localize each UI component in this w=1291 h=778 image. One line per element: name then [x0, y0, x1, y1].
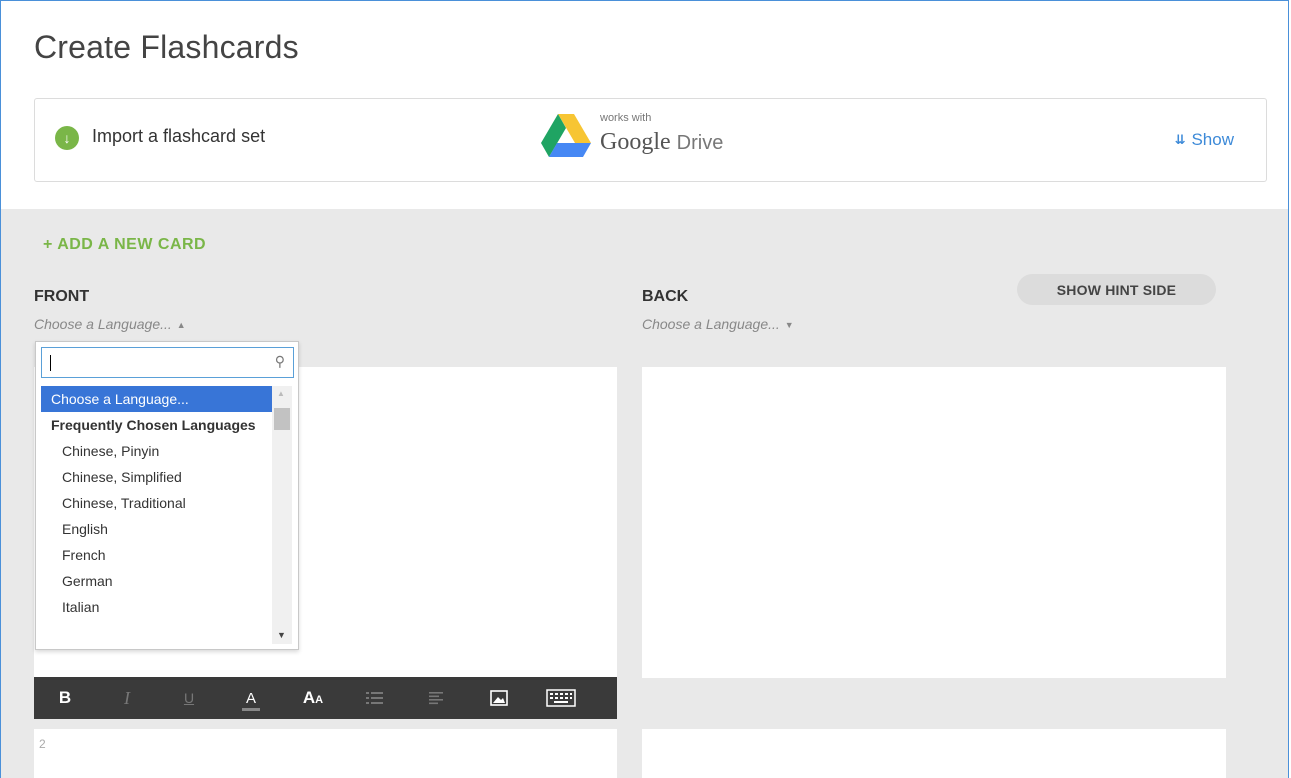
add-new-card-button[interactable]: + ADD A NEW CARD — [43, 236, 206, 254]
image-icon — [490, 690, 508, 706]
scroll-down-icon[interactable]: ▼ — [277, 630, 286, 640]
language-group-label: Frequently Chosen Languages — [51, 417, 256, 433]
language-dropdown: ⚲ Choose a Language... Frequently Chosen… — [35, 341, 299, 650]
page-title: Create Flashcards — [34, 29, 299, 65]
bullet-list-button[interactable] — [344, 677, 406, 719]
text-color-icon: A — [241, 689, 260, 711]
card-2-back-editor[interactable] — [642, 729, 1226, 778]
font-size-glyph: A — [302, 688, 316, 707]
align-icon — [429, 692, 443, 705]
scroll-up-icon[interactable]: ▲ — [277, 389, 285, 398]
show-label: Show — [1191, 130, 1234, 149]
front-language-select[interactable]: Choose a Language... ▲ — [34, 316, 186, 332]
text-cursor — [50, 355, 51, 371]
card-number: 2 — [39, 737, 46, 751]
language-option[interactable]: German — [41, 568, 272, 594]
language-search-input[interactable]: ⚲ — [41, 347, 294, 378]
scrollbar-thumb[interactable] — [274, 408, 290, 430]
front-language-value: Choose a Language... — [34, 316, 172, 332]
show-hint-side-button[interactable]: SHOW HINT SIDE — [1017, 274, 1216, 305]
import-flashcard-set-link[interactable]: Import a flashcard set — [92, 126, 265, 147]
insert-image-button[interactable] — [468, 677, 530, 719]
underline-icon: U — [183, 690, 195, 706]
card-2-front-editor[interactable] — [34, 729, 617, 778]
text-color-button[interactable]: A — [220, 677, 282, 719]
underline-button[interactable]: U — [158, 677, 220, 719]
double-chevron-down-icon: ⇊ — [1174, 132, 1186, 147]
language-option[interactable]: Italian — [41, 594, 272, 620]
font-size-button[interactable]: AA — [282, 677, 344, 719]
caret-down-icon: ▼ — [784, 320, 794, 331]
back-language-select[interactable]: Choose a Language... ▼ — [642, 316, 794, 332]
drive-wordmark: Drive — [676, 132, 724, 154]
formatting-toolbar: B I U A AA — [34, 677, 617, 719]
show-import-toggle[interactable]: ⇊ Show — [1175, 130, 1234, 150]
front-label: FRONT — [34, 288, 90, 305]
language-options-list: Choose a Language... Frequently Chosen L… — [41, 386, 272, 644]
language-option[interactable]: Chinese, Traditional — [41, 490, 272, 516]
app-frame: Create Flashcards ↓ Import a flashcard s… — [0, 0, 1289, 778]
google-drive-icon — [541, 114, 591, 157]
back-card-editor[interactable] — [642, 367, 1226, 678]
back-label: BACK — [642, 288, 689, 305]
align-button[interactable] — [406, 677, 468, 719]
back-language-value: Choose a Language... — [642, 316, 780, 332]
italic-icon: I — [124, 687, 130, 708]
import-panel: ↓ Import a flashcard set works with Goog… — [34, 98, 1267, 182]
search-icon: ⚲ — [274, 353, 285, 369]
bold-button[interactable]: B — [34, 677, 96, 719]
bold-icon: B — [58, 688, 72, 707]
works-with-label: works with — [600, 112, 652, 124]
language-option[interactable]: Chinese, Simplified — [41, 464, 272, 490]
font-size-icon: AA — [302, 688, 324, 707]
dropdown-scrollbar[interactable]: ▲ ▼ — [272, 386, 292, 644]
google-drive-wordmark: Google Drive — [600, 129, 723, 156]
keyboard-icon — [546, 689, 576, 707]
language-option[interactable]: Chinese, Pinyin — [41, 438, 272, 464]
language-option[interactable]: English — [41, 516, 272, 542]
caret-up-icon: ▲ — [176, 320, 186, 331]
language-option[interactable]: French — [41, 542, 272, 568]
download-icon[interactable]: ↓ — [55, 126, 79, 150]
language-option-selected[interactable]: Choose a Language... — [41, 386, 272, 412]
bullet-list-icon — [366, 692, 383, 704]
keyboard-button[interactable] — [530, 677, 592, 719]
google-wordmark: Google — [600, 129, 671, 155]
text-color-glyph: A — [245, 689, 256, 707]
italic-button[interactable]: I — [96, 677, 158, 719]
